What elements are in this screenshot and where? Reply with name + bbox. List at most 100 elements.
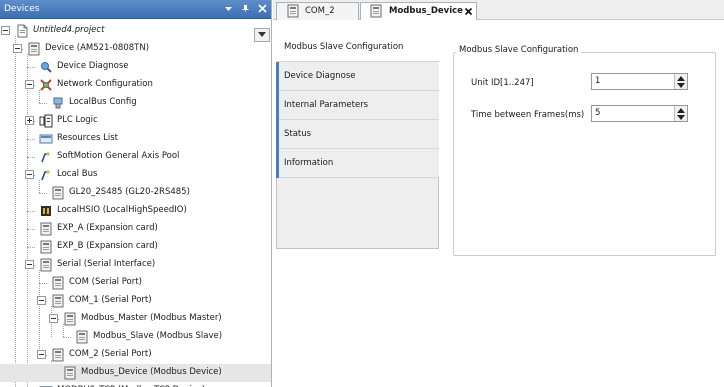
tree-item[interactable]: COM_1 (Serial Port) bbox=[0, 292, 271, 310]
tree-item-label: Resources List bbox=[57, 133, 118, 143]
tree-item[interactable]: Modbus_Master (Modbus Master) bbox=[0, 310, 271, 328]
tree-item[interactable]: PLC Logic bbox=[0, 112, 271, 130]
tab-com-2[interactable]: COM_2 bbox=[276, 2, 359, 20]
side-tab-accent bbox=[276, 149, 279, 178]
tree-item[interactable]: GL20_2S485 (GL20-2RS485) bbox=[0, 184, 271, 202]
tree-item-label: Serial (Serial Interface) bbox=[57, 259, 156, 269]
tree-item[interactable]: Resources List bbox=[0, 130, 271, 148]
tree-item[interactable]: LocalBus Config bbox=[0, 94, 271, 112]
tree-item[interactable]: Device Diagnose bbox=[0, 58, 271, 76]
collapse-icon[interactable] bbox=[1, 26, 10, 35]
tab-modbus-device[interactable]: Modbus_Device bbox=[360, 2, 477, 21]
frame-time-spinbox[interactable]: 5 bbox=[591, 105, 688, 122]
tree-item[interactable]: Local Bus bbox=[0, 166, 271, 184]
tree-item[interactable]: EXP_B (Expansion card) bbox=[0, 238, 271, 256]
tree-item[interactable]: COM_2 (Serial Port) bbox=[0, 346, 271, 364]
module-icon bbox=[51, 276, 65, 290]
localbus-config-icon bbox=[51, 96, 65, 110]
tree-item-label: COM_1 (Serial Port) bbox=[69, 295, 152, 305]
side-tab-label: Status bbox=[284, 129, 312, 139]
collapse-icon[interactable] bbox=[37, 296, 46, 305]
tree-item-label: Device (AM521-0808TN) bbox=[45, 43, 150, 53]
tree-item[interactable]: LocalHSIO (LocalHighSpeedIO) bbox=[0, 202, 271, 220]
close-icon[interactable] bbox=[254, 1, 270, 17]
editor-tab-bar: COM_2 Modbus_Device bbox=[273, 0, 724, 21]
collapse-icon[interactable] bbox=[25, 80, 34, 89]
panel-menu-icon[interactable] bbox=[220, 1, 236, 17]
spin-down-icon bbox=[677, 115, 685, 120]
module-icon bbox=[39, 240, 53, 254]
tree-item[interactable]: Untitled4.project bbox=[0, 22, 271, 40]
unit-id-value: 1 bbox=[595, 76, 601, 86]
spin-buttons[interactable] bbox=[674, 74, 687, 89]
device-editor: Modbus Slave Configuration Device Diagno… bbox=[273, 20, 724, 387]
module-icon bbox=[75, 330, 89, 344]
side-tab-internal-parameters[interactable]: Internal Parameters bbox=[276, 91, 439, 120]
module-icon bbox=[51, 186, 65, 200]
device-icon bbox=[27, 42, 41, 56]
devices-panel: Devices Untitled4.project Device (AM521-0… bbox=[0, 0, 272, 387]
collapse-icon[interactable] bbox=[13, 44, 22, 53]
tree-item-label: COM_2 (Serial Port) bbox=[69, 349, 152, 359]
tree-item[interactable]: Network Configuration bbox=[0, 76, 271, 94]
tree-item-label: Untitled4.project bbox=[33, 25, 105, 35]
side-tab-modbus-slave-configuration[interactable]: Modbus Slave Configuration bbox=[276, 33, 440, 62]
side-tab-label: Modbus Slave Configuration bbox=[284, 42, 404, 52]
module-icon bbox=[63, 312, 77, 326]
module-icon bbox=[369, 4, 383, 18]
tree-item-label: GL20_2S485 (GL20-2RS485) bbox=[69, 187, 190, 197]
spin-up-icon bbox=[677, 108, 685, 113]
local-bus-icon bbox=[39, 168, 53, 182]
side-tab-accent bbox=[276, 62, 279, 91]
tab-label: Modbus_Device bbox=[389, 6, 463, 16]
project-icon bbox=[15, 24, 29, 38]
tree-item[interactable]: SoftMotion General Axis Pool bbox=[0, 148, 271, 166]
module-icon bbox=[39, 258, 53, 272]
diagnose-icon bbox=[39, 60, 53, 74]
module-icon bbox=[286, 4, 300, 18]
tree-item[interactable]: Modbus_Slave (Modbus Slave) bbox=[0, 328, 271, 346]
collapse-icon[interactable] bbox=[49, 314, 58, 323]
tree-item-label: Device Diagnose bbox=[57, 61, 129, 71]
tree-item-label: Modbus_Device (Modbus Device) bbox=[81, 367, 222, 377]
tree-item[interactable]: Device (AM521-0808TN) bbox=[0, 40, 271, 58]
tree-item-label: Modbus_Master (Modbus Master) bbox=[81, 313, 222, 323]
tree-item[interactable]: COM (Serial Port) bbox=[0, 274, 271, 292]
close-icon[interactable] bbox=[464, 7, 473, 16]
side-tab-status[interactable]: Status bbox=[276, 120, 439, 149]
tree-item[interactable]: MODBUS_TCP (ModbusTCP Device) bbox=[0, 382, 271, 387]
tree-item-label: PLC Logic bbox=[57, 115, 98, 125]
tree-item-label: Local Bus bbox=[57, 169, 98, 179]
group-title: Modbus Slave Configuration bbox=[456, 45, 582, 55]
axis-pool-icon bbox=[39, 150, 53, 164]
expand-icon[interactable] bbox=[25, 116, 34, 125]
collapse-icon[interactable] bbox=[25, 170, 34, 179]
tree-item[interactable]: EXP_A (Expansion card) bbox=[0, 220, 271, 238]
side-tab-information[interactable]: Information bbox=[276, 149, 439, 178]
frame-time-label: Time between Frames(ms) bbox=[471, 110, 585, 120]
network-config-icon bbox=[39, 78, 53, 92]
devices-panel-title: Devices bbox=[4, 4, 40, 14]
tree-item-label: LocalBus Config bbox=[69, 97, 137, 107]
plc-logic-icon bbox=[39, 114, 53, 128]
spin-buttons[interactable] bbox=[674, 106, 687, 121]
collapse-icon[interactable] bbox=[25, 260, 34, 269]
side-tab-label: Internal Parameters bbox=[284, 100, 369, 110]
spin-down-icon bbox=[677, 83, 685, 88]
unit-id-spinbox[interactable]: 1 bbox=[591, 73, 688, 90]
side-tab-accent bbox=[276, 91, 279, 120]
pin-icon[interactable] bbox=[237, 1, 253, 17]
tree-item[interactable]: Serial (Serial Interface) bbox=[0, 256, 271, 274]
tree-item[interactable]: Modbus_Device (Modbus Device) bbox=[0, 364, 271, 382]
devices-panel-header: Devices bbox=[0, 0, 271, 19]
collapse-icon[interactable] bbox=[37, 350, 46, 359]
tree-item-label: EXP_B (Expansion card) bbox=[57, 241, 158, 251]
tab-label: COM_2 bbox=[305, 6, 335, 16]
tree-item-label: Network Configuration bbox=[57, 79, 153, 89]
frame-time-value: 5 bbox=[595, 108, 601, 118]
tree-item-label: EXP_A (Expansion card) bbox=[57, 223, 158, 233]
module-icon bbox=[51, 294, 65, 308]
module-icon bbox=[51, 348, 65, 362]
side-tab-device-diagnose[interactable]: Device Diagnose bbox=[276, 62, 439, 91]
unit-id-label: Unit ID[1..247] bbox=[471, 78, 534, 88]
